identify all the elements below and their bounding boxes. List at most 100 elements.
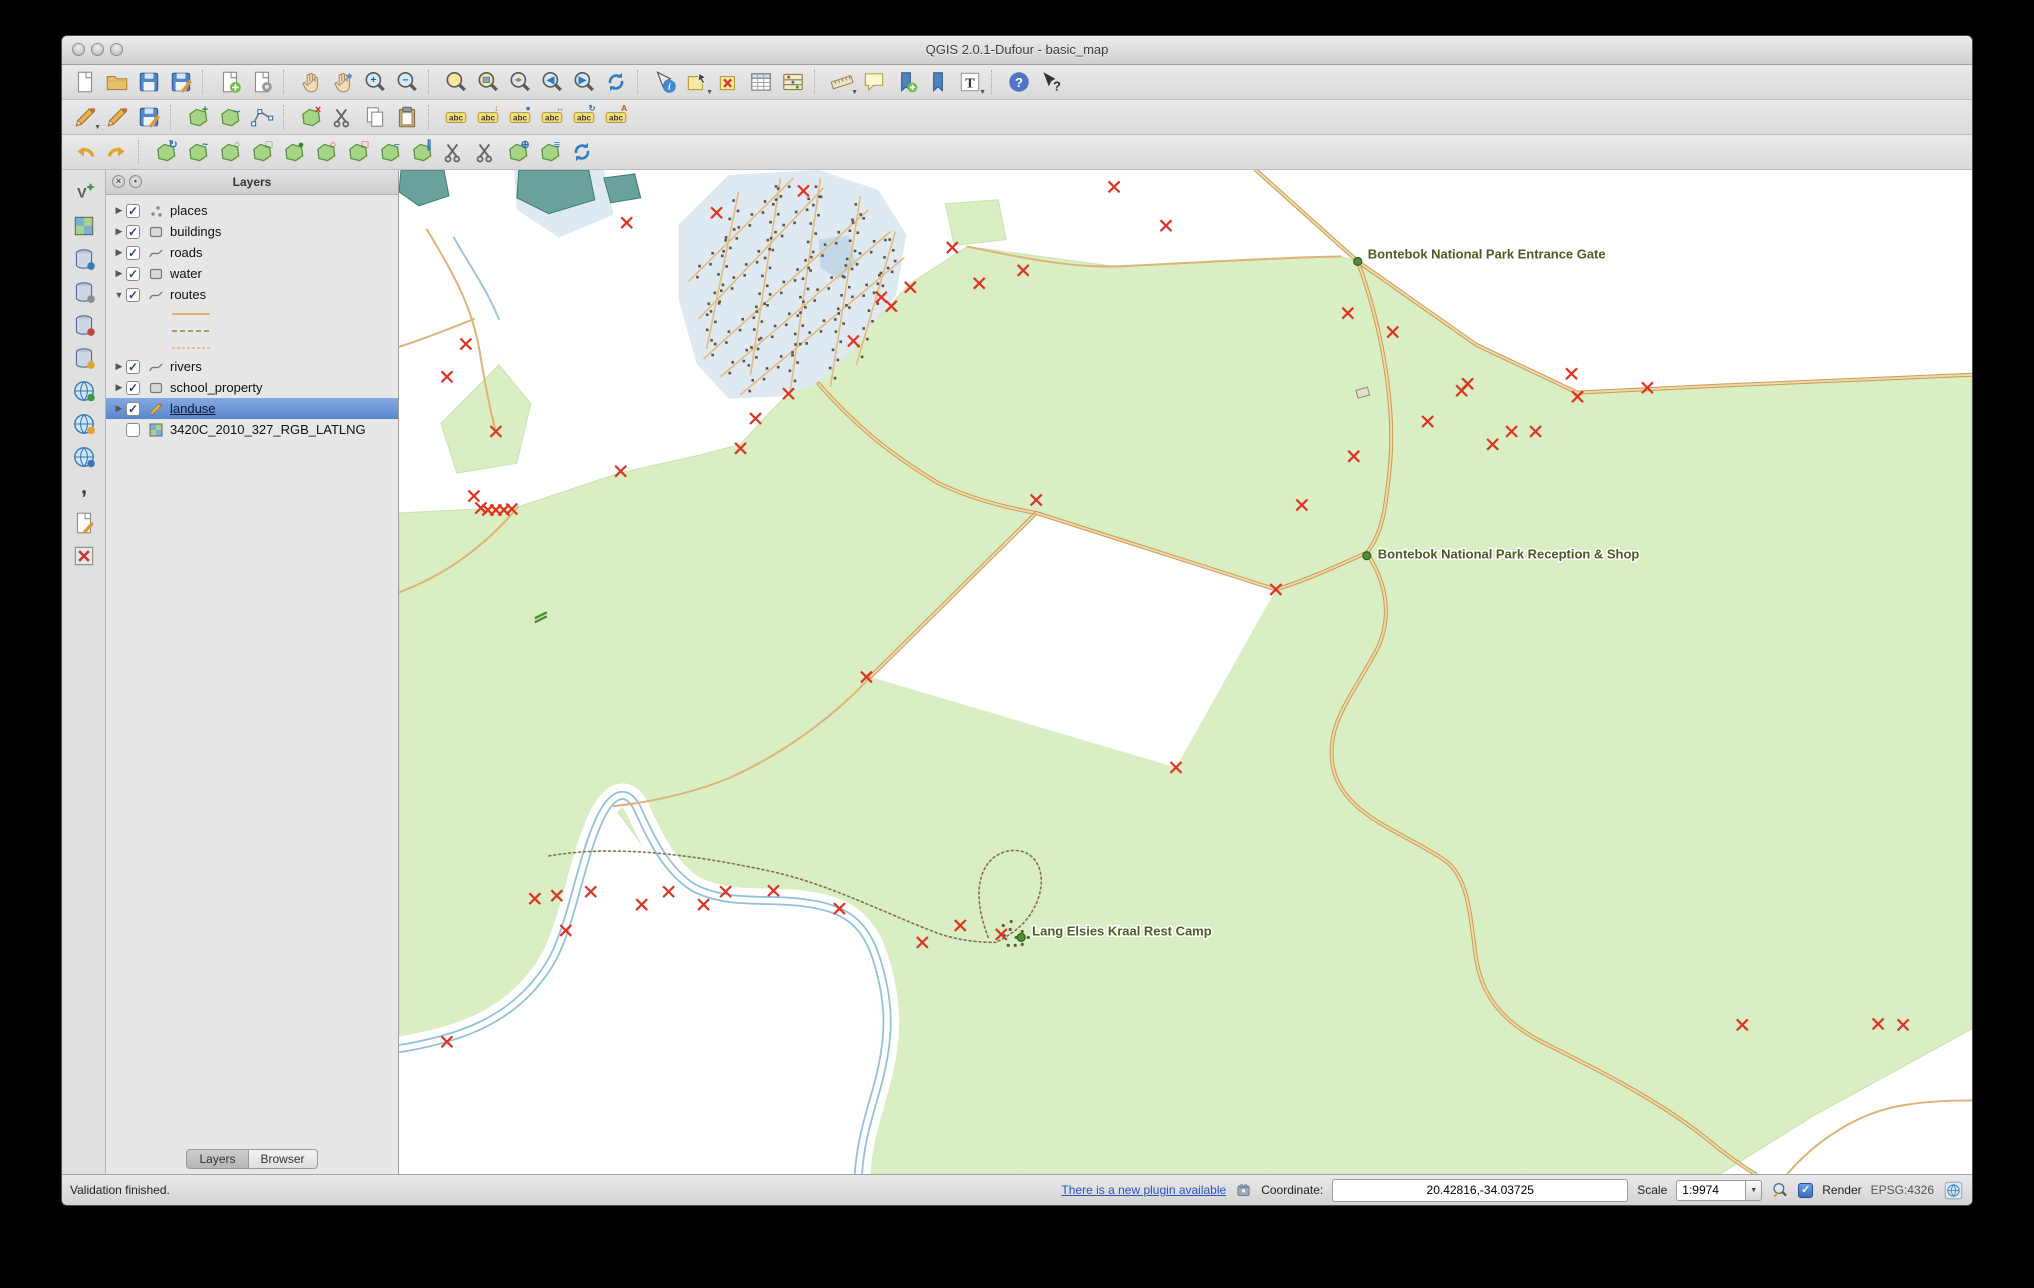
scale-combo[interactable]: 1:9974 ▼ [1676,1180,1762,1201]
dropdown-arrow-icon[interactable]: ▼ [851,89,858,96]
zoom-last-button[interactable]: ◀ [537,67,567,97]
render-checkbox[interactable]: ✓ [1798,1183,1813,1198]
panel-tab-layers[interactable]: Layers [186,1149,248,1169]
composer-manager-button[interactable] [247,67,277,97]
scale-magnifier-icon[interactable] [1771,1181,1789,1199]
undo-button[interactable] [70,137,100,167]
layer-visibility-checkbox[interactable]: ✓ [126,267,140,281]
add-feature-button[interactable]: + [183,102,213,132]
whats-this-button[interactable]: ? [1036,67,1066,97]
new-project-button[interactable] [70,67,100,97]
layer-item-water[interactable]: ▶✓water [106,263,398,284]
panel-close-icon[interactable]: × [112,175,125,188]
layer-expander-icon[interactable]: ▶ [112,403,126,414]
scale-dropdown-arrow-icon[interactable]: ▼ [1746,1180,1762,1201]
layer-expander-icon[interactable]: ▶ [112,268,126,279]
zoom-next-button[interactable]: ▶ [569,67,599,97]
label-highlight-button[interactable]: abc● [505,102,535,132]
label-move-button[interactable]: abc↔ [537,102,567,132]
merge-features-button[interactable]: ⊕ [503,137,533,167]
panel-tab-browser[interactable]: Browser [249,1149,318,1169]
plugin-link[interactable]: There is a new plugin available [1061,1183,1226,1197]
field-calculator-button[interactable] [778,67,808,97]
dropdown-arrow-icon[interactable]: ▼ [979,89,986,96]
text-annotation-button[interactable]: T▼ [955,67,985,97]
save-project-button[interactable] [134,67,164,97]
label-rotate-button[interactable]: abc↻ [569,102,599,132]
add-mssql-layer-button[interactable] [69,310,99,340]
dropdown-arrow-icon[interactable]: ▼ [706,89,713,96]
zoom-to-selection-button[interactable] [473,67,503,97]
merge-attributes-button[interactable]: ≡ [535,137,565,167]
zoom-in-button[interactable]: + [360,67,390,97]
toggle-editing-button[interactable] [102,102,132,132]
labeling-button[interactable]: abc [441,102,471,132]
copy-features-button[interactable] [360,102,390,132]
map-tips-button[interactable] [859,67,889,97]
add-delimited-text-layer-button[interactable]: , [69,475,99,505]
add-oracle-layer-button[interactable] [69,343,99,373]
layer-expander-icon[interactable]: ▼ [112,290,126,300]
zoom-out-button[interactable]: − [392,67,422,97]
move-feature-button[interactable]: ↔ [215,102,245,132]
new-bookmark-button[interactable] [891,67,921,97]
coordinate-input[interactable] [1332,1179,1628,1202]
add-wms-layer-button[interactable] [69,376,99,406]
scale-value[interactable]: 1:9974 [1676,1180,1746,1201]
layer-item-3420C_2010_327_RGB_LATLNG[interactable]: 3420C_2010_327_RGB_LATLNG [106,419,398,440]
delete-part-button[interactable]: □ [343,137,373,167]
layer-expander-icon[interactable]: ▶ [112,361,126,372]
add-raster-layer-button[interactable] [69,211,99,241]
plugin-icon[interactable] [1235,1182,1252,1199]
add-vector-layer-button[interactable]: V [69,178,99,208]
layer-visibility-checkbox[interactable]: ✓ [126,246,140,260]
refresh-map-button[interactable] [601,67,631,97]
layer-visibility-checkbox[interactable]: ✓ [126,381,140,395]
panel-float-icon[interactable]: • [129,175,142,188]
label-properties-button[interactable]: abcA [601,102,631,132]
add-part-button[interactable]: □ [247,137,277,167]
label-pin-button[interactable]: abc↓ [473,102,503,132]
layer-item-rivers[interactable]: ▶✓rivers [106,356,398,377]
current-edits-button[interactable]: ▼ [70,102,100,132]
layer-visibility-checkbox[interactable]: ✓ [126,402,140,416]
layer-visibility-checkbox[interactable] [126,423,140,437]
reshape-features-button[interactable]: ⌐ [375,137,405,167]
help-contents-button[interactable]: ? [1004,67,1034,97]
add-postgis-layer-button[interactable] [69,244,99,274]
identify-features-button[interactable]: i [650,67,680,97]
layer-expander-icon[interactable]: ▶ [112,226,126,237]
crs-selector-button[interactable] [1943,1180,1964,1201]
node-tool-button[interactable] [247,102,277,132]
delete-ring-button[interactable]: ○ [311,137,341,167]
layer-item-buildings[interactable]: ▶✓buildings [106,221,398,242]
title-bar[interactable]: QGIS 2.0.1-Dufour - basic_map [62,36,1972,65]
dropdown-arrow-icon[interactable]: ▼ [94,124,101,131]
measure-button[interactable]: ▼ [827,67,857,97]
layer-visibility-checkbox[interactable]: ✓ [126,204,140,218]
pan-map-button[interactable] [296,67,326,97]
add-ring-button[interactable]: ○ [215,137,245,167]
simplify-feature-button[interactable]: ~ [183,137,213,167]
rotate-point-symbols-button[interactable] [567,137,597,167]
save-layer-edits-button[interactable] [134,102,164,132]
layer-visibility-checkbox[interactable]: ✓ [126,360,140,374]
zoom-to-layer-button[interactable] [505,67,535,97]
delete-selected-button[interactable]: × [296,102,326,132]
show-bookmarks-button[interactable] [923,67,953,97]
new-shapefile-layer-button[interactable] [69,508,99,538]
open-attribute-table-button[interactable] [746,67,776,97]
add-wcs-layer-button[interactable] [69,409,99,439]
layer-item-places[interactable]: ▶✓places [106,200,398,221]
layer-item-landuse[interactable]: ▶✓landuse [106,398,398,419]
layer-item-school_property[interactable]: ▶✓school_property [106,377,398,398]
layer-visibility-checkbox[interactable]: ✓ [126,225,140,239]
layer-visibility-checkbox[interactable]: ✓ [126,288,140,302]
layer-expander-icon[interactable]: ▶ [112,382,126,393]
map-canvas[interactable]: Bontebok National Park Entrance GateBont… [399,170,1972,1174]
layer-expander-icon[interactable]: ▶ [112,247,126,258]
layer-item-roads[interactable]: ▶✓roads [106,242,398,263]
pan-to-selection-button[interactable] [328,67,358,97]
rotate-feature-button[interactable]: ↻ [151,137,181,167]
deselect-features-button[interactable] [714,67,744,97]
